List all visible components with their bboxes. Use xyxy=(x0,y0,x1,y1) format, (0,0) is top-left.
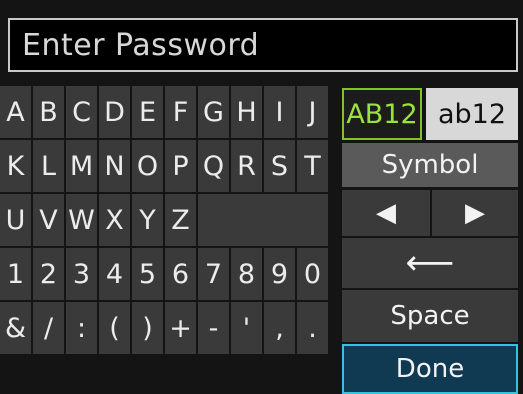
key[interactable]: F xyxy=(165,86,196,138)
key[interactable]: 2 xyxy=(33,248,64,300)
key[interactable]: H xyxy=(231,86,262,138)
key[interactable]: : xyxy=(66,302,97,354)
key[interactable]: O xyxy=(132,140,163,192)
key[interactable]: ) xyxy=(132,302,163,354)
key[interactable]: W xyxy=(66,194,97,246)
key[interactable]: U xyxy=(0,194,31,246)
password-placeholder: Enter Password xyxy=(22,27,260,63)
key[interactable]: X xyxy=(99,194,130,246)
character-keyboard: A B C D E F G H I J K L M N O P Q R S T U V W X Y Z 1 2 3 4 5 6 7 8 9 0 & /:(… xyxy=(0,86,338,394)
key[interactable]: R xyxy=(231,140,262,192)
key[interactable]: N xyxy=(99,140,130,192)
key[interactable]: . xyxy=(297,302,328,354)
key[interactable]: S xyxy=(264,140,295,192)
key[interactable]: / xyxy=(33,302,64,354)
key[interactable]: 0 xyxy=(297,248,328,300)
space-button[interactable]: Space xyxy=(342,290,518,342)
done-button[interactable]: Done xyxy=(342,344,518,394)
done-label: Done xyxy=(395,354,465,384)
key[interactable]: V xyxy=(33,194,64,246)
key[interactable]: D xyxy=(99,86,130,138)
key[interactable]: T xyxy=(297,140,328,192)
key[interactable]: 7 xyxy=(198,248,229,300)
key[interactable]: ( xyxy=(99,302,130,354)
key[interactable]: B xyxy=(33,86,64,138)
key[interactable]: 4 xyxy=(99,248,130,300)
key[interactable]: 6 xyxy=(165,248,196,300)
key[interactable]: A xyxy=(0,86,31,138)
key[interactable]: ' xyxy=(231,302,262,354)
backspace-icon: ⟵ xyxy=(405,243,455,283)
password-entry-screen: Enter Password ABCDEFGHIJ KLMNOPQRST UVWXY… xyxy=(0,0,523,394)
space-label: Space xyxy=(390,301,470,331)
password-input[interactable]: Enter Password xyxy=(8,18,518,72)
key[interactable]: E xyxy=(132,86,163,138)
key[interactable]: Q xyxy=(198,140,229,192)
key[interactable]: P xyxy=(165,140,196,192)
key[interactable]: 9 xyxy=(264,248,295,300)
key[interactable]: C xyxy=(66,86,97,138)
left-arrow-icon: ◀ xyxy=(376,198,396,228)
key[interactable]: 3 xyxy=(66,248,97,300)
key[interactable]: J xyxy=(297,86,328,138)
lowercase-mode-label: ab12 xyxy=(437,98,507,130)
cursor-left-button[interactable]: ◀ xyxy=(342,190,430,236)
key[interactable]: + xyxy=(165,302,196,354)
key[interactable]: 5 xyxy=(132,248,163,300)
key[interactable]: K xyxy=(0,140,31,192)
symbol-button[interactable]: Symbol xyxy=(342,143,518,187)
key[interactable]: - xyxy=(198,302,229,354)
uppercase-mode-button[interactable]: AB12 xyxy=(342,88,422,140)
lowercase-mode-button[interactable]: ab12 xyxy=(426,88,518,140)
key[interactable]: Z xyxy=(165,194,196,246)
key[interactable]: 8 xyxy=(231,248,262,300)
key[interactable]: & xyxy=(0,302,31,354)
key[interactable]: M xyxy=(66,140,97,192)
empty-key-area xyxy=(198,194,328,246)
symbol-label: Symbol xyxy=(381,150,479,180)
uppercase-mode-label: AB12 xyxy=(346,98,418,130)
key[interactable]: 1 xyxy=(0,248,31,300)
backspace-button[interactable]: ⟵ xyxy=(342,238,518,288)
key[interactable]: I xyxy=(264,86,295,138)
key[interactable]: , xyxy=(264,302,295,354)
key[interactable]: Y xyxy=(132,194,163,246)
key[interactable]: L xyxy=(33,140,64,192)
key[interactable]: G xyxy=(198,86,229,138)
right-arrow-icon: ▶ xyxy=(465,198,485,228)
cursor-right-button[interactable]: ▶ xyxy=(432,190,518,236)
